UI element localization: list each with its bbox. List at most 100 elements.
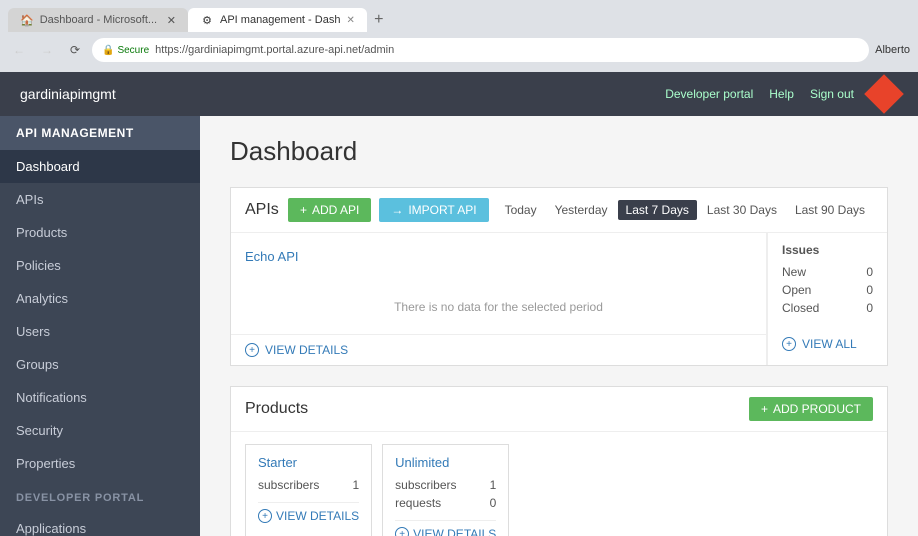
products-section-title: Products bbox=[245, 400, 308, 418]
lock-icon: 🔒 bbox=[102, 45, 114, 56]
product-unlimited-requests: requests 0 bbox=[395, 494, 496, 512]
tab-dashboard[interactable]: 🏠 Dashboard - Microsoft... ✕ bbox=[8, 8, 188, 32]
issue-closed-value: 0 bbox=[866, 301, 873, 315]
unlimited-view-details-label: VIEW DETAILS bbox=[413, 527, 496, 536]
filter-last-7-days[interactable]: Last 7 Days bbox=[618, 200, 697, 220]
sidebar-item-dashboard[interactable]: Dashboard bbox=[0, 150, 200, 183]
tab-api-close-button[interactable]: ✕ bbox=[346, 15, 354, 26]
app-container: gardiniapimgmt Developer portal Help Sig… bbox=[0, 72, 918, 536]
sidebar-item-products[interactable]: Products bbox=[0, 216, 200, 249]
tab-close-button[interactable]: ✕ bbox=[167, 14, 176, 27]
product-unlimited-view-details[interactable]: + VIEW DETAILS bbox=[395, 520, 496, 536]
sidebar-item-users[interactable]: Users bbox=[0, 315, 200, 348]
product-unlimited-subscribers-value: 1 bbox=[490, 478, 497, 492]
product-unlimited-subscribers: subscribers 1 bbox=[395, 476, 496, 494]
sidebar-api-management-header: API MANAGEMENT bbox=[0, 116, 200, 150]
filter-last-30-days[interactable]: Last 30 Days bbox=[699, 200, 785, 220]
issue-open-value: 0 bbox=[866, 283, 873, 297]
add-api-label: ADD API bbox=[312, 203, 359, 217]
tab-favicon: 🏠 bbox=[20, 14, 34, 27]
products-section: Products + ADD PRODUCT Starter subscribe… bbox=[230, 386, 888, 536]
filter-yesterday[interactable]: Yesterday bbox=[547, 200, 616, 220]
tab-api-label: API management - Dash bbox=[220, 14, 340, 26]
issue-row-open: Open 0 bbox=[782, 281, 873, 299]
product-unlimited-subscribers-label: subscribers bbox=[395, 478, 456, 492]
apis-body: Echo API There is no data for the select… bbox=[231, 233, 887, 365]
filter-last-90-days[interactable]: Last 90 Days bbox=[787, 200, 873, 220]
product-starter-name[interactable]: Starter bbox=[258, 455, 359, 470]
sidebar-item-applications[interactable]: Applications bbox=[0, 512, 200, 536]
add-api-button[interactable]: + ADD API bbox=[288, 198, 371, 222]
issue-row-new: New 0 bbox=[782, 263, 873, 281]
forward-button[interactable]: → bbox=[36, 39, 58, 61]
tab-api-favicon: ⚙ bbox=[200, 13, 214, 27]
issue-closed-label: Closed bbox=[782, 301, 819, 315]
apis-list: Echo API bbox=[231, 233, 766, 280]
issue-new-label: New bbox=[782, 265, 806, 279]
page-title: Dashboard bbox=[230, 136, 888, 167]
help-link[interactable]: Help bbox=[769, 87, 794, 101]
sidebar-item-policies[interactable]: Policies bbox=[0, 249, 200, 282]
view-all-label: VIEW ALL bbox=[802, 337, 857, 351]
issue-row-closed: Closed 0 bbox=[782, 299, 873, 317]
product-starter-view-details[interactable]: + VIEW DETAILS bbox=[258, 502, 359, 523]
address-bar[interactable]: 🔒 Secure https://gardiniapimgmt.portal.a… bbox=[92, 38, 869, 62]
topbar-brand: gardiniapimgmt bbox=[20, 86, 116, 102]
issue-new-value: 0 bbox=[866, 265, 873, 279]
starter-view-details-label: VIEW DETAILS bbox=[276, 509, 359, 523]
view-details-footer[interactable]: + VIEW DETAILS bbox=[231, 334, 766, 365]
sidebar-developer-portal-header: DEVELOPER PORTAL bbox=[0, 484, 200, 512]
developer-portal-link[interactable]: Developer portal bbox=[665, 87, 753, 101]
issues-panel: Issues New 0 Open 0 Closed 0 bbox=[767, 233, 887, 365]
sidebar-item-groups[interactable]: Groups bbox=[0, 348, 200, 381]
sidebar-item-analytics[interactable]: Analytics bbox=[0, 282, 200, 315]
topbar-nav: Developer portal Help Sign out bbox=[665, 80, 898, 108]
apis-section-title: APIs bbox=[245, 201, 279, 219]
sidebar-item-apis[interactable]: APIs bbox=[0, 183, 200, 216]
add-product-label: ADD PRODUCT bbox=[773, 402, 861, 416]
product-starter-subscribers: subscribers 1 bbox=[258, 476, 359, 494]
view-all-footer: + VIEW ALL bbox=[782, 337, 873, 351]
import-api-arrow-icon: → bbox=[391, 203, 403, 217]
reload-button[interactable]: ⟳ bbox=[64, 39, 86, 61]
address-url: https://gardiniapimgmt.portal.azure-api.… bbox=[155, 44, 394, 56]
issues-title: Issues bbox=[782, 243, 873, 257]
sidebar-item-properties[interactable]: Properties bbox=[0, 447, 200, 480]
no-data-message: There is no data for the selected period bbox=[231, 280, 766, 334]
add-api-plus-icon: + bbox=[300, 203, 307, 217]
browser-toolbar: ← → ⟳ 🔒 Secure https://gardiniapimgmt.po… bbox=[0, 32, 918, 68]
tab-label: Dashboard - Microsoft... bbox=[40, 14, 157, 26]
import-api-button[interactable]: → IMPORT API bbox=[379, 198, 488, 222]
import-api-label: IMPORT API bbox=[408, 203, 476, 217]
new-tab-button[interactable]: + bbox=[367, 8, 391, 32]
api-item-echo[interactable]: Echo API bbox=[231, 241, 766, 272]
secure-badge: 🔒 Secure bbox=[102, 45, 149, 56]
back-button[interactable]: ← bbox=[8, 39, 30, 61]
product-unlimited-name[interactable]: Unlimited bbox=[395, 455, 496, 470]
view-details-label: VIEW DETAILS bbox=[265, 343, 348, 357]
main-layout: API MANAGEMENT Dashboard APIs Products P… bbox=[0, 116, 918, 536]
signout-link[interactable]: Sign out bbox=[810, 87, 854, 101]
apis-section-header: APIs + ADD API → IMPORT API Today Yester bbox=[231, 188, 887, 233]
sidebar-item-security[interactable]: Security bbox=[0, 414, 200, 447]
product-starter-subscribers-value: 1 bbox=[352, 478, 359, 492]
filter-today[interactable]: Today bbox=[497, 200, 545, 220]
add-product-button[interactable]: + ADD PRODUCT bbox=[749, 397, 873, 421]
browser-tabs: 🏠 Dashboard - Microsoft... ✕ ⚙ API manag… bbox=[0, 0, 918, 32]
view-all-link[interactable]: + VIEW ALL bbox=[782, 337, 873, 351]
topbar: gardiniapimgmt Developer portal Help Sig… bbox=[0, 72, 918, 116]
unlimited-view-details-icon: + bbox=[395, 527, 409, 536]
view-details-circle-icon: + bbox=[245, 343, 259, 357]
sidebar-item-notifications[interactable]: Notifications bbox=[0, 381, 200, 414]
tab-api-management[interactable]: ⚙ API management - Dash ✕ bbox=[188, 8, 367, 32]
product-unlimited-requests-label: requests bbox=[395, 496, 441, 510]
secure-label: Secure bbox=[117, 45, 149, 56]
issue-open-label: Open bbox=[782, 283, 811, 297]
view-all-circle-icon: + bbox=[782, 337, 796, 351]
product-unlimited-requests-value: 0 bbox=[490, 496, 497, 510]
starter-view-details-icon: + bbox=[258, 509, 272, 523]
products-grid: Starter subscribers 1 + VIEW DETAILS Unl… bbox=[231, 432, 887, 536]
product-card-starter: Starter subscribers 1 + VIEW DETAILS bbox=[245, 444, 372, 536]
add-product-plus-icon: + bbox=[761, 402, 768, 416]
main-content: Dashboard APIs + ADD API → IMPORT API bbox=[200, 116, 918, 536]
